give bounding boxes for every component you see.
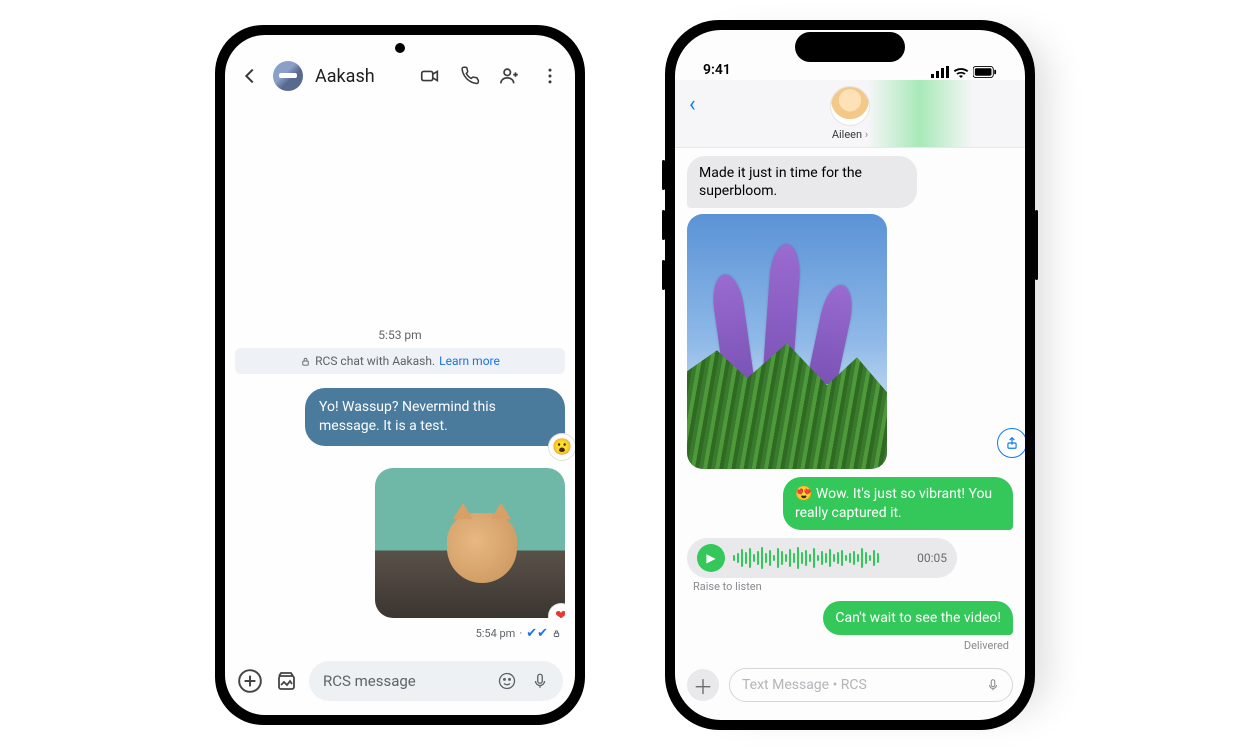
delivered-label: Delivered [964,639,1009,652]
lock-icon [300,356,311,367]
contact-avatar[interactable] [273,61,303,91]
back-arrow-icon[interactable] [239,65,261,87]
chat-timestamp: 5:53 pm [235,328,565,342]
sent-timestamp: 5:54 pm · ✔✔ [476,626,561,641]
read-receipt-icon: ✔✔ [526,626,548,641]
sent-text: Yo! Wassup? Nevermind this message. It i… [319,399,496,434]
gallery-icon[interactable] [273,668,299,694]
share-icon[interactable] [997,428,1025,458]
surprised-reaction-icon[interactable]: 😮 [549,434,575,460]
android-screen: Aakash 5:53 pm [225,35,575,715]
phone-call-icon[interactable] [459,65,481,87]
dictation-mic-icon[interactable] [986,676,1000,694]
compose-input[interactable]: RCS message [309,661,563,701]
add-person-icon[interactable] [499,65,521,87]
video-call-icon[interactable] [419,65,441,87]
iphone-frame: 9:41 ‹ Aileen Made it just in time for t… [665,20,1035,730]
sent-text-bubble[interactable]: Yo! Wassup? Nevermind this message. It i… [305,388,565,446]
status-time: 9:41 [703,62,731,78]
emoji-icon[interactable] [497,671,517,691]
more-options-icon[interactable] [539,65,561,87]
iphone-screen: 9:41 ‹ Aileen Made it just in time for t… [675,30,1025,720]
contact-name[interactable]: Aileen [832,128,868,141]
sent-text-bubble-2[interactable]: Can't wait to see the video! [823,601,1013,635]
android-compose-bar: RCS message [225,653,575,715]
received-text-bubble[interactable]: Made it just in time for the superbloom. [687,156,917,208]
back-chevron-icon[interactable]: ‹ [689,92,696,117]
contact-avatar[interactable] [830,86,870,126]
sent-text-1: 😍 Wow. It's just so vibrant! You really … [795,486,992,520]
lock-small-icon [552,629,561,638]
sent-text-2: Can't wait to see the video! [835,610,1001,626]
rcs-info-banner: RCS chat with Aakash. Learn more [235,348,565,374]
dynamic-island [795,32,905,62]
mic-icon[interactable] [531,671,549,691]
sent-image-bubble[interactable]: ❤ [375,468,565,618]
ios-chat-body[interactable]: Made it just in time for the superbloom.… [675,148,1025,662]
audio-waveform [733,546,909,570]
received-text: Made it just in time for the superbloom. [699,165,862,199]
rcs-banner-text: RCS chat with Aakash. [315,354,435,368]
battery-icon [973,66,997,78]
ios-compose-bar: ＋ Text Message • RCS [675,662,1025,720]
front-camera-hole [395,43,405,53]
android-phone-frame: Aakash 5:53 pm [215,25,585,725]
cat-photo [375,468,565,618]
add-attachment-icon[interactable]: ＋ [687,669,719,701]
compose-input[interactable]: Text Message • RCS [729,668,1013,702]
raise-to-listen-hint: Raise to listen [693,580,1013,593]
compose-placeholder: RCS message [323,672,416,690]
android-chat-body[interactable]: 5:53 pm RCS chat with Aakash. Learn more… [225,99,575,653]
contact-name[interactable]: Aakash [315,66,407,87]
voice-message-bubble[interactable]: ▶ 00:05 [687,538,957,578]
ios-chat-header: ‹ Aileen [675,80,1025,148]
compose-placeholder: Text Message • RCS [742,677,867,693]
sent-text-bubble-1[interactable]: 😍 Wow. It's just so vibrant! You really … [783,477,1013,529]
add-attachment-icon[interactable] [237,668,263,694]
cellular-icon [931,66,949,78]
play-icon[interactable]: ▶ [697,544,725,572]
audio-duration: 00:05 [917,551,947,565]
wifi-icon [953,66,969,78]
learn-more-link[interactable]: Learn more [439,354,500,368]
received-image-bubble[interactable] [687,214,887,469]
